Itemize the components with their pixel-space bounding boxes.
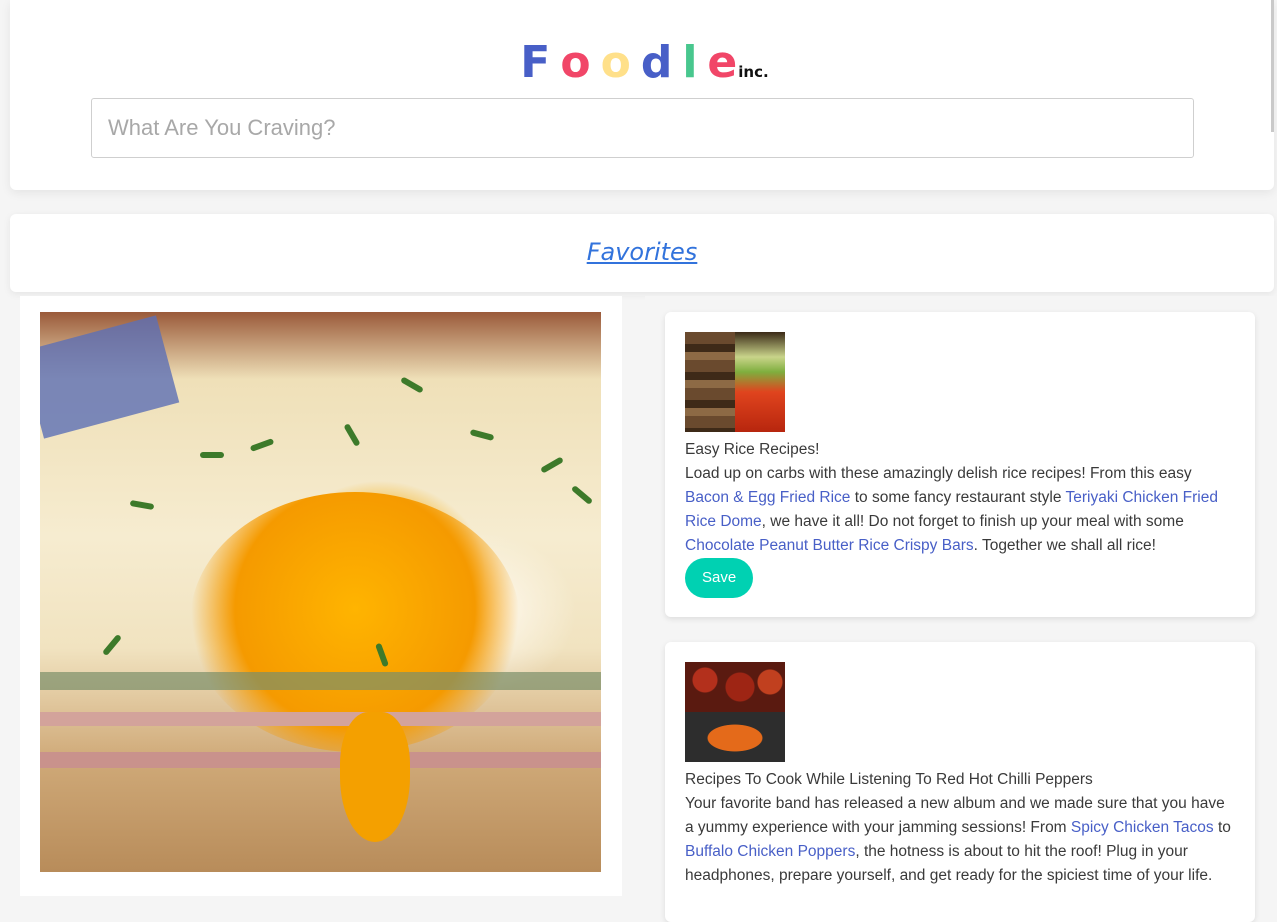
recipe-description: Load up on carbs with these amazingly de… bbox=[685, 462, 1235, 558]
site-header: Fo o d l einc. bbox=[10, 0, 1274, 190]
featured-column bbox=[20, 296, 622, 896]
recipe-title: Easy Rice Recipes! bbox=[685, 441, 820, 458]
chive-garnish bbox=[249, 438, 275, 452]
chicken-poppers-image bbox=[685, 662, 785, 712]
yolk-drip bbox=[340, 712, 410, 842]
sandwich-layer-ham-lower bbox=[40, 752, 601, 768]
recipe-title: Recipes To Cook While Listening To Red H… bbox=[685, 771, 1093, 788]
logo-letter-d: d bbox=[640, 37, 673, 88]
recipe-card: Easy Rice Recipes! Load up on carbs with… bbox=[665, 312, 1255, 617]
logo-letter-f: F bbox=[520, 37, 551, 88]
favorites-bar: Favorites bbox=[10, 214, 1274, 292]
recipe-link-buffalo-chicken-poppers[interactable]: Buffalo Chicken Poppers bbox=[685, 843, 855, 860]
chive-garnish bbox=[570, 484, 594, 506]
recipe-link-bacon-egg-fried-rice[interactable]: Bacon & Egg Fried Rice bbox=[685, 489, 850, 506]
sandwich-layer-ham bbox=[40, 712, 601, 726]
recipe-card: Recipes To Cook While Listening To Red H… bbox=[665, 642, 1255, 922]
fried-rice-dome-image bbox=[735, 332, 785, 432]
plate-edge bbox=[40, 315, 180, 439]
recipe-description: Your favorite band has released a new al… bbox=[685, 792, 1235, 888]
recipe-link-rice-crispy-bars[interactable]: Chocolate Peanut Butter Rice Crispy Bars bbox=[685, 537, 974, 554]
recipe-thumbnail[interactable] bbox=[685, 332, 785, 432]
description-text: , we have it all! Do not forget to finis… bbox=[761, 513, 1184, 530]
chive-garnish bbox=[469, 428, 495, 442]
description-text: to some fancy restaurant style bbox=[850, 489, 1066, 506]
rice-crispy-bars-image bbox=[685, 332, 735, 432]
recipe-thumbnail[interactable] bbox=[685, 662, 785, 762]
chive-garnish bbox=[129, 499, 155, 511]
chive-garnish bbox=[101, 633, 123, 657]
description-text: Load up on carbs with these amazingly de… bbox=[685, 465, 1192, 482]
sandwich-layer-spinach bbox=[40, 672, 601, 690]
logo-letter-l: l bbox=[682, 37, 698, 88]
description-text: . Together we shall all rice! bbox=[973, 537, 1156, 554]
logo-suffix: inc. bbox=[738, 63, 769, 81]
description-text: to bbox=[1213, 819, 1231, 836]
chive-garnish bbox=[343, 423, 361, 447]
chive-garnish bbox=[540, 456, 564, 474]
logo-letter-e: e bbox=[707, 37, 738, 88]
chive-garnish bbox=[200, 452, 224, 458]
chicken-tacos-image bbox=[685, 712, 785, 762]
save-button[interactable]: Save bbox=[685, 558, 754, 598]
hero-food-image bbox=[40, 312, 601, 872]
logo-letter-o2: o bbox=[600, 37, 631, 88]
logo-letter-o1: o bbox=[560, 37, 591, 88]
search-input[interactable] bbox=[91, 98, 1194, 158]
brand-logo[interactable]: Fo o d l einc. bbox=[10, 36, 1274, 99]
favorites-link[interactable]: Favorites bbox=[587, 238, 698, 266]
recipe-list: Easy Rice Recipes! Load up on carbs with… bbox=[645, 296, 1277, 922]
recipe-link-spicy-chicken-tacos[interactable]: Spicy Chicken Tacos bbox=[1071, 819, 1214, 836]
chive-garnish bbox=[400, 376, 424, 394]
